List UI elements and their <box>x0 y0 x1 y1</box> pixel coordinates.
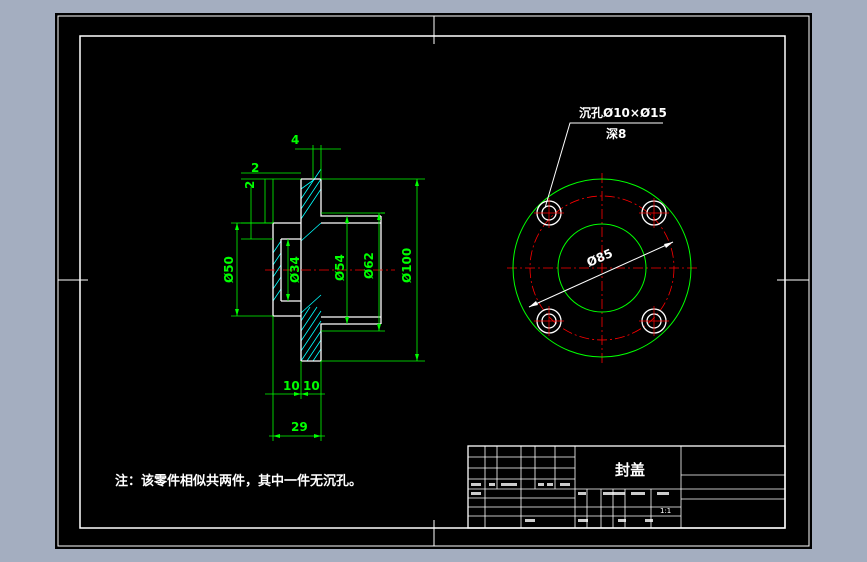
callout-counterbore: 沉孔Ø10×Ø15 <box>579 105 667 120</box>
dim-dia34: Ø34 <box>288 256 302 283</box>
drawing-note: 注：该零件相似共两件，其中一件无沉孔。 <box>115 473 362 489</box>
drawing-canvas: 4 2 2 Ø50 Ø34 Ø54 Ø62 Ø100 10 10 29 Ø85 … <box>57 15 810 547</box>
callout-depth: 深8 <box>606 126 626 141</box>
dim-dia85: Ø85 <box>585 246 615 270</box>
counterbore-holes <box>536 200 667 334</box>
dim-2-top: 2 <box>251 161 259 175</box>
dim-29: 29 <box>291 420 308 434</box>
dim-dia100: Ø100 <box>400 248 414 283</box>
dim-dia54: Ø54 <box>333 254 347 281</box>
front-dimension-lines <box>231 145 425 441</box>
dia85-arrow-1 <box>529 301 538 307</box>
dim-dia62: Ø62 <box>362 252 376 279</box>
part-name: 封盖 <box>615 461 645 479</box>
front-section-view: 4 2 2 Ø50 Ø34 Ø54 Ø62 Ø100 10 10 29 <box>222 133 425 441</box>
drawing-sheet: 4 2 2 Ø50 Ø34 Ø54 Ø62 Ø100 10 10 29 Ø85 … <box>55 13 812 549</box>
callout-leader <box>544 122 663 209</box>
front-arrowheads <box>235 179 419 438</box>
dim-10-left: 10 <box>283 379 300 393</box>
dia85-arrow-2 <box>664 242 673 248</box>
dim-4: 4 <box>291 133 299 147</box>
scale-value: 1:1 <box>660 507 671 515</box>
dim-dia50: Ø50 <box>222 256 236 283</box>
title-block <box>467 445 786 529</box>
dim-2-side: 2 <box>243 181 257 189</box>
sheet-frame <box>57 15 810 547</box>
hole-centerlines <box>534 198 669 336</box>
top-view-centerlines <box>507 173 699 363</box>
top-view: Ø85 沉孔Ø10×Ø15 深8 <box>507 105 699 363</box>
dim-10-right: 10 <box>303 379 320 393</box>
